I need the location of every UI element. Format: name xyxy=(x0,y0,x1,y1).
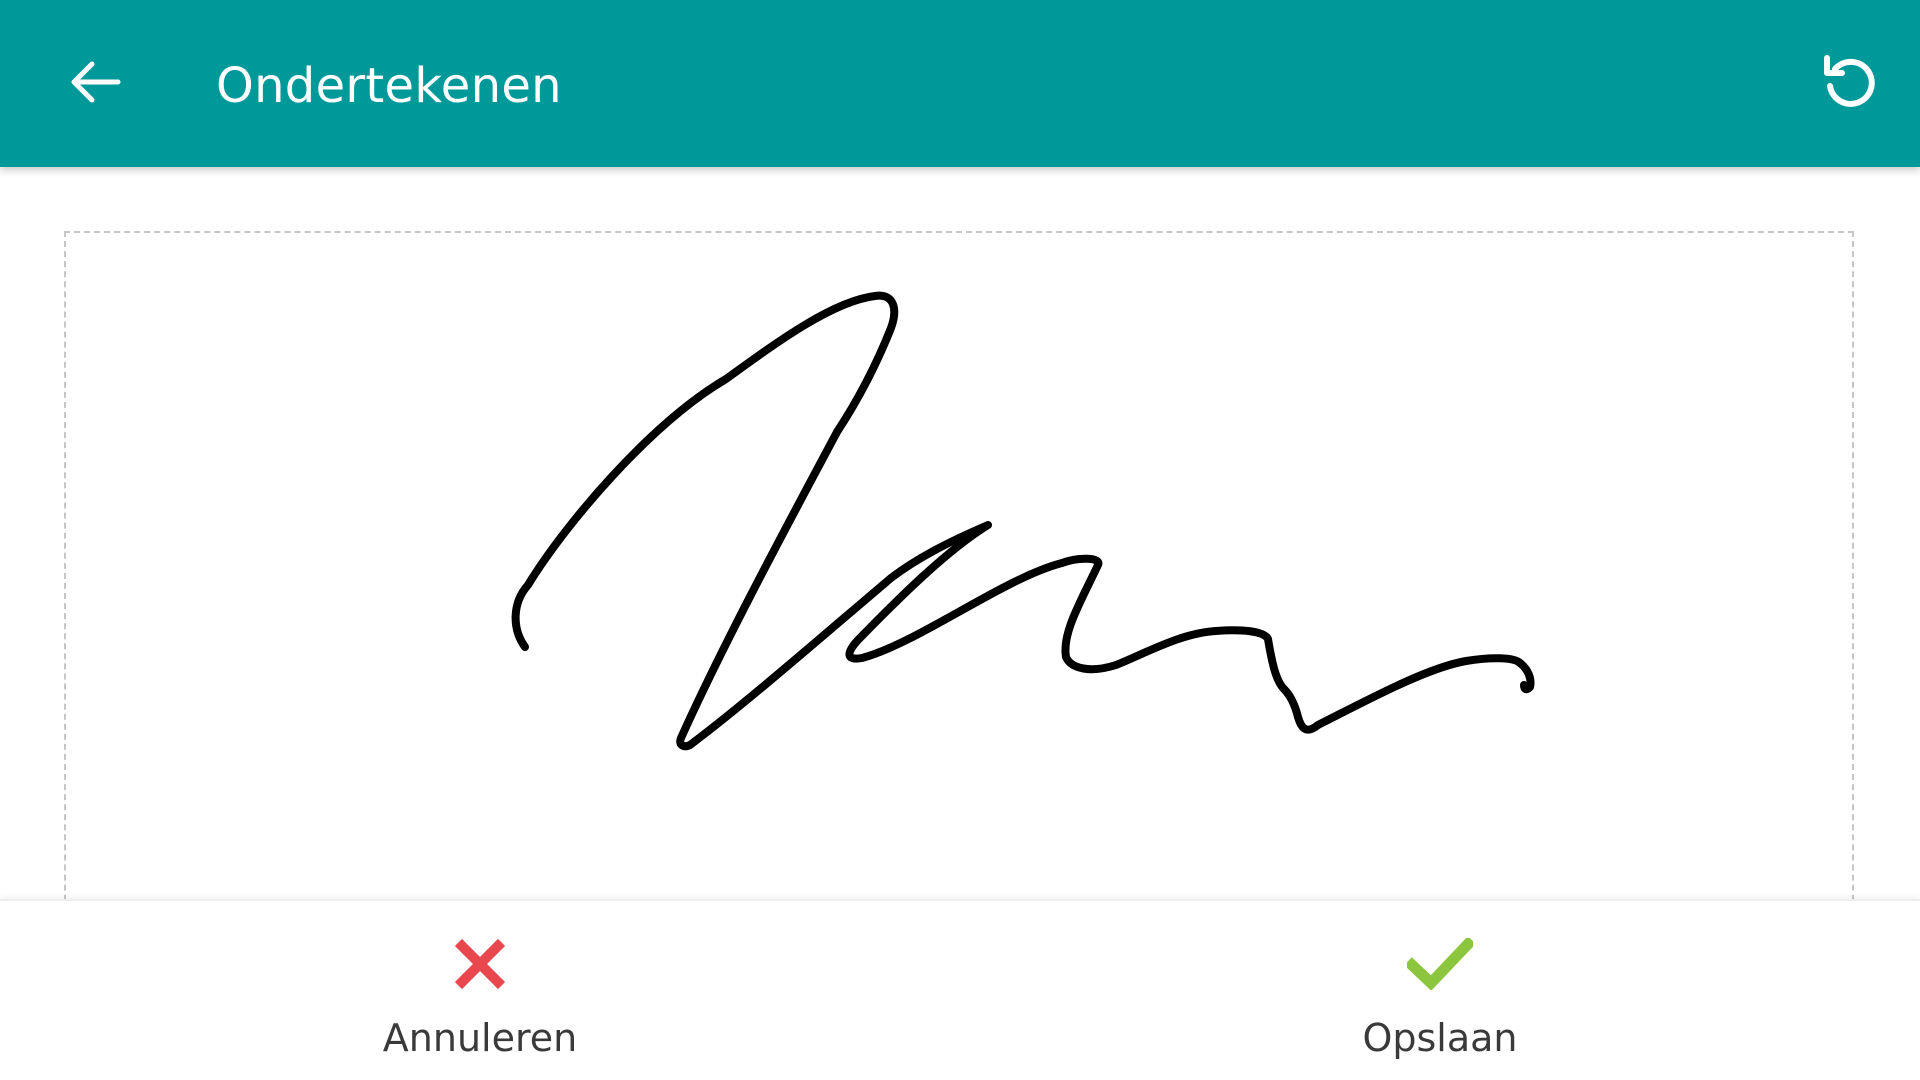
undo-button[interactable] xyxy=(1808,44,1892,124)
close-icon xyxy=(445,929,515,999)
checkmark-icon xyxy=(1405,929,1475,999)
action-bar: Annuleren Opslaan xyxy=(0,899,1920,1080)
cancel-button[interactable]: Annuleren xyxy=(0,901,960,1080)
cancel-label: Annuleren xyxy=(382,1016,578,1060)
signature-drawing xyxy=(511,291,1535,751)
signature-pad[interactable] xyxy=(64,231,1854,951)
save-label: Opslaan xyxy=(1362,1016,1518,1060)
back-button[interactable] xyxy=(58,44,134,124)
app-bar: Ondertekenen xyxy=(0,0,1920,167)
signature-screen: Ondertekenen Annuleren Opslaan xyxy=(0,0,1920,1080)
content-area xyxy=(0,167,1920,951)
arrow-left-icon xyxy=(66,52,126,116)
page-title: Ondertekenen xyxy=(216,58,562,114)
signature-stroke xyxy=(511,291,1535,751)
save-button[interactable]: Opslaan xyxy=(960,901,1920,1080)
undo-icon xyxy=(1818,50,1882,118)
